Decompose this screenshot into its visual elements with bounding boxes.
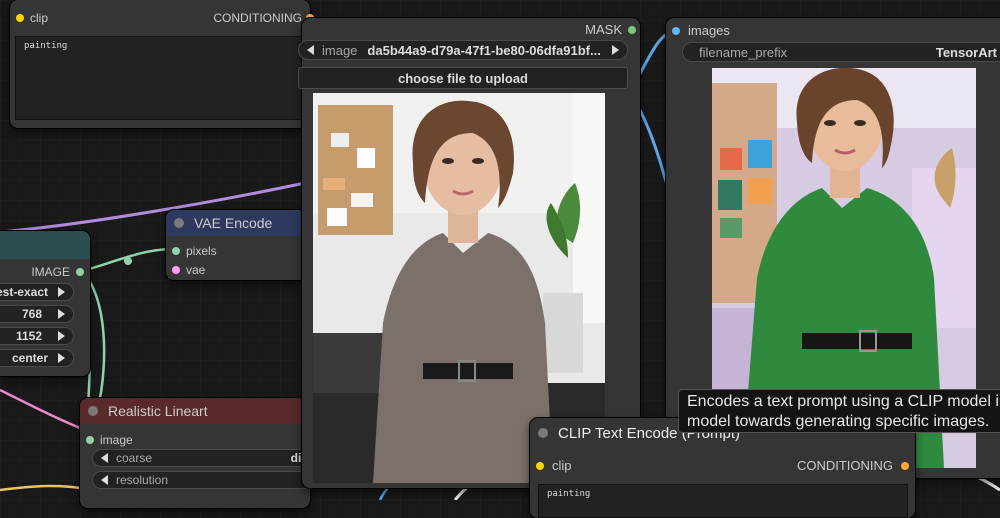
upload-button[interactable]: choose file to upload bbox=[298, 67, 628, 89]
image-select-widget[interactable]: image da5b44a9-d79a-47f1-be80-06dfa91bf.… bbox=[298, 40, 628, 60]
mask-socket[interactable] bbox=[628, 25, 636, 34]
realistic-lineart-node[interactable]: Realistic Lineart image coarse dis resol… bbox=[80, 398, 317, 508]
chevron-left-icon[interactable] bbox=[101, 453, 108, 463]
width-widget[interactable]: 768 bbox=[0, 305, 74, 323]
pixels-socket[interactable] bbox=[172, 247, 180, 255]
conditioning-output-slot[interactable]: CONDITIONING bbox=[213, 11, 314, 25]
image-select-value: da5b44a9-d79a-47f1-be80-06dfa91bf... bbox=[367, 42, 601, 58]
pixels-label: pixels bbox=[186, 244, 217, 258]
chevron-right-icon[interactable] bbox=[58, 309, 65, 319]
chevron-right-icon[interactable] bbox=[58, 331, 65, 341]
filename-prefix-value: TensorArt bbox=[935, 44, 997, 60]
clip-input-slot[interactable]: clip bbox=[16, 11, 48, 25]
image-output-socket[interactable] bbox=[76, 268, 84, 276]
coarse-widget[interactable]: coarse dis bbox=[92, 449, 317, 467]
clip-encode-input-label: clip bbox=[552, 458, 572, 473]
clip-encode-output-slot[interactable]: CONDITIONING bbox=[797, 458, 909, 473]
wire-vae-pink bbox=[0, 388, 86, 432]
vae-socket[interactable] bbox=[172, 266, 180, 274]
tooltip-line-2: model towards generating specific images… bbox=[687, 413, 990, 430]
prompt-textarea[interactable]: painting bbox=[15, 36, 307, 120]
lineart-title-bar[interactable]: Realistic Lineart bbox=[80, 398, 310, 424]
image-select-label: image bbox=[322, 42, 358, 58]
resolution-widget[interactable]: resolution bbox=[92, 471, 317, 489]
lineart-title: Realistic Lineart bbox=[108, 403, 208, 419]
chevron-right-icon[interactable] bbox=[58, 287, 65, 297]
chevron-left-icon[interactable] bbox=[101, 475, 108, 485]
vae-input-slot[interactable]: vae bbox=[172, 263, 205, 277]
node-description-tooltip: Encodes a text prompt using a CLIP model… bbox=[678, 389, 1000, 433]
images-input-label: images bbox=[688, 23, 730, 38]
lineart-image-label: image bbox=[100, 433, 133, 447]
wire-gold bbox=[0, 484, 81, 492]
crop-widget[interactable]: center bbox=[0, 349, 74, 367]
mask-output-slot[interactable]: MASK bbox=[585, 22, 636, 37]
clip-socket[interactable] bbox=[16, 14, 24, 22]
lineart-image-input-slot[interactable]: image bbox=[86, 433, 133, 447]
upload-button-label: choose file to upload bbox=[397, 70, 528, 86]
resize-method-value: est-exact bbox=[0, 285, 48, 299]
collapse-dot-icon[interactable] bbox=[538, 428, 548, 438]
collapse-dot-icon[interactable] bbox=[88, 406, 98, 416]
image-output-slot[interactable]: IMAGE bbox=[31, 265, 84, 279]
image-resize-title-bar[interactable] bbox=[0, 231, 90, 259]
height-value: 1152 bbox=[15, 329, 42, 343]
resolution-label: resolution bbox=[116, 473, 169, 487]
filename-prefix-label: filename_prefix bbox=[699, 44, 788, 60]
chevron-right-icon[interactable] bbox=[58, 353, 65, 363]
image-output-label: IMAGE bbox=[31, 265, 70, 279]
pixels-input-slot[interactable]: pixels bbox=[172, 244, 217, 258]
lineart-image-socket[interactable] bbox=[86, 436, 94, 444]
clip-encode-input-slot[interactable]: clip bbox=[536, 458, 572, 473]
image-resize-node[interactable]: IMAGE est-exact 768 1152 center bbox=[0, 231, 90, 376]
tooltip-line-1: Encodes a text prompt using a CLIP model… bbox=[687, 393, 1000, 410]
width-value: 768 bbox=[21, 307, 42, 321]
images-socket[interactable] bbox=[672, 26, 680, 35]
conditioning-output-label: CONDITIONING bbox=[213, 11, 302, 25]
filename-prefix-widget[interactable]: filename_prefix TensorArt bbox=[682, 42, 1000, 62]
clip-encode-socket[interactable] bbox=[536, 461, 544, 470]
clip-encode-output-socket[interactable] bbox=[901, 461, 909, 470]
resize-method-widget[interactable]: est-exact bbox=[0, 283, 74, 301]
clip-text-encode-node[interactable]: CLIP Text Encode (Prompt) clip CONDITION… bbox=[530, 418, 915, 518]
clip-text-node-top[interactable]: clip CONDITIONING painting bbox=[10, 0, 314, 128]
clip-encode-textarea[interactable]: painting bbox=[538, 484, 908, 518]
images-input-slot[interactable]: images bbox=[672, 23, 730, 38]
chevron-right-icon[interactable] bbox=[612, 45, 619, 55]
chevron-left-icon[interactable] bbox=[307, 45, 314, 55]
coarse-label: coarse bbox=[116, 451, 153, 465]
vae-label: vae bbox=[186, 263, 206, 277]
mask-output-label: MASK bbox=[585, 22, 622, 37]
vae-encode-title: VAE Encode bbox=[194, 215, 273, 231]
collapse-dot-icon[interactable] bbox=[174, 218, 184, 228]
height-widget[interactable]: 1152 bbox=[0, 327, 74, 345]
vae-encode-title-bar[interactable]: VAE Encode bbox=[166, 210, 310, 236]
vae-encode-node[interactable]: VAE Encode pixels vae bbox=[166, 210, 310, 280]
crop-value: center bbox=[11, 351, 48, 365]
clip-encode-output-label: CONDITIONING bbox=[796, 458, 893, 473]
clip-input-label: clip bbox=[30, 11, 49, 25]
wire-reroute-dot bbox=[124, 257, 132, 265]
